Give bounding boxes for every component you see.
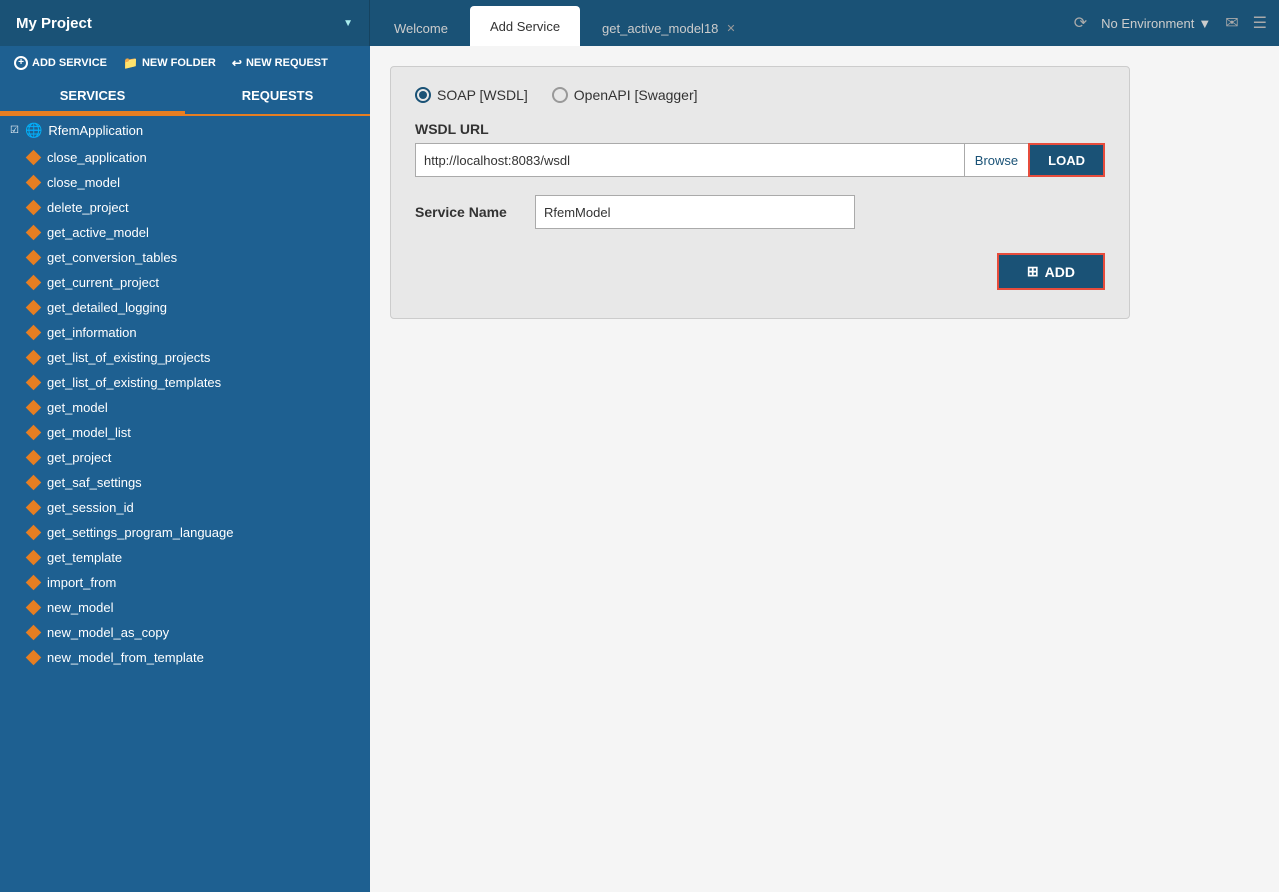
diamond-icon <box>26 325 42 341</box>
new-request-button[interactable]: ↩ NEW REQUEST <box>228 54 332 72</box>
list-item[interactable]: get_session_id <box>0 495 370 520</box>
list-item[interactable]: close_model <box>0 170 370 195</box>
list-item[interactable]: close_application <box>0 145 370 170</box>
tab-add-service[interactable]: Add Service <box>470 6 580 46</box>
soap-label: SOAP [WSDL] <box>437 87 528 103</box>
tree-root-item[interactable]: ☑ 🌐 RfemApplication <box>0 116 370 145</box>
list-item[interactable]: import_from <box>0 570 370 595</box>
diamond-icon <box>26 250 42 266</box>
list-item[interactable]: get_active_model <box>0 220 370 245</box>
diamond-icon <box>26 625 42 641</box>
service-name-label: Service Name <box>415 204 515 220</box>
protocol-selector: SOAP [WSDL] OpenAPI [Swagger] <box>415 87 1105 103</box>
load-button[interactable]: LOAD <box>1028 143 1105 177</box>
list-item[interactable]: get_conversion_tables <box>0 245 370 270</box>
diamond-icon <box>26 400 42 416</box>
diamond-icon <box>26 200 42 216</box>
new-folder-button[interactable]: 📁 NEW FOLDER <box>119 54 220 72</box>
root-label: RfemApplication <box>48 123 143 138</box>
request-icon: ↩ <box>232 56 242 70</box>
diamond-icon <box>26 500 42 516</box>
main-layout: + ADD SERVICE 📁 NEW FOLDER ↩ NEW REQUEST… <box>0 46 1279 892</box>
refresh-icon[interactable]: ⟳ <box>1074 13 1087 33</box>
list-item[interactable]: delete_project <box>0 195 370 220</box>
list-item[interactable]: get_detailed_logging <box>0 295 370 320</box>
sidebar: + ADD SERVICE 📁 NEW FOLDER ↩ NEW REQUEST… <box>0 46 370 892</box>
add-icon: ⊞ <box>1027 263 1039 280</box>
list-item[interactable]: new_model <box>0 595 370 620</box>
tab-close-icon[interactable]: ✕ <box>726 22 735 35</box>
list-item[interactable]: get_list_of_existing_projects <box>0 345 370 370</box>
diamond-icon <box>26 450 42 466</box>
diamond-icon <box>26 475 42 491</box>
add-service-button[interactable]: + ADD SERVICE <box>10 54 111 72</box>
sidebar-tab-requests[interactable]: REQUESTS <box>185 80 370 114</box>
check-icon: ☑ <box>10 125 19 136</box>
diamond-icon <box>26 650 42 666</box>
project-dropdown-icon[interactable]: ▼ <box>343 18 353 29</box>
project-title-text: My Project <box>16 15 92 32</box>
sidebar-tabs: SERVICES REQUESTS <box>0 80 370 116</box>
project-title-area[interactable]: My Project ▼ <box>0 0 370 46</box>
diamond-icon <box>26 575 42 591</box>
environment-selector[interactable]: No Environment ▼ <box>1101 16 1211 31</box>
openapi-label: OpenAPI [Swagger] <box>574 87 698 103</box>
env-label: No Environment <box>1101 16 1194 31</box>
list-item[interactable]: get_model <box>0 395 370 420</box>
list-item[interactable]: new_model_as_copy <box>0 620 370 645</box>
folder-icon: 📁 <box>123 56 138 70</box>
list-item[interactable]: get_current_project <box>0 270 370 295</box>
add-label: ADD <box>1045 264 1075 280</box>
diamond-icon <box>26 175 42 191</box>
list-item[interactable]: get_information <box>0 320 370 345</box>
globe-icon: 🌐 <box>25 122 42 139</box>
list-item[interactable]: get_list_of_existing_templates <box>0 370 370 395</box>
browse-link[interactable]: Browse <box>964 143 1028 177</box>
tabs-area: Welcome Add Service get_active_model18 ✕ <box>370 0 1074 46</box>
diamond-icon <box>26 150 42 166</box>
add-service-icon: + <box>14 56 28 70</box>
top-bar: My Project ▼ Welcome Add Service get_act… <box>0 0 1279 46</box>
openapi-option[interactable]: OpenAPI [Swagger] <box>552 87 698 103</box>
list-item[interactable]: get_settings_program_language <box>0 520 370 545</box>
diamond-icon <box>26 350 42 366</box>
list-item[interactable]: get_saf_settings <box>0 470 370 495</box>
openapi-radio-dot[interactable] <box>552 87 568 103</box>
tab-welcome[interactable]: Welcome <box>374 10 468 46</box>
service-name-input[interactable] <box>535 195 855 229</box>
url-input-wrap <box>415 143 964 177</box>
diamond-icon <box>26 375 42 391</box>
wsdl-url-label: WSDL URL <box>415 121 1105 137</box>
list-item[interactable]: get_model_list <box>0 420 370 445</box>
soap-radio-dot[interactable] <box>415 87 431 103</box>
messages-icon[interactable]: ✉ <box>1225 13 1238 33</box>
sidebar-tab-services[interactable]: SERVICES <box>0 80 185 114</box>
sidebar-content: ☑ 🌐 RfemApplication close_application cl… <box>0 116 370 892</box>
soap-option[interactable]: SOAP [WSDL] <box>415 87 528 103</box>
top-right-controls: ⟳ No Environment ▼ ✉ ☰ <box>1074 13 1279 33</box>
diamond-icon <box>26 425 42 441</box>
url-row: Browse LOAD <box>415 143 1105 177</box>
list-item[interactable]: get_project <box>0 445 370 470</box>
diamond-icon <box>26 225 42 241</box>
env-dropdown-icon: ▼ <box>1198 16 1211 31</box>
list-item[interactable]: new_model_from_template <box>0 645 370 670</box>
diamond-icon <box>26 550 42 566</box>
sidebar-toolbar: + ADD SERVICE 📁 NEW FOLDER ↩ NEW REQUEST <box>0 46 370 80</box>
content-area: SOAP [WSDL] OpenAPI [Swagger] WSDL URL B… <box>370 46 1279 892</box>
hamburger-menu-icon[interactable]: ☰ <box>1253 13 1267 33</box>
diamond-icon <box>26 300 42 316</box>
diamond-icon <box>26 275 42 291</box>
wsdl-url-input[interactable] <box>424 153 956 168</box>
diamond-icon <box>26 600 42 616</box>
tab-get-active-model[interactable]: get_active_model18 ✕ <box>582 10 756 46</box>
add-service-form: SOAP [WSDL] OpenAPI [Swagger] WSDL URL B… <box>390 66 1130 319</box>
service-name-row: Service Name <box>415 195 1105 229</box>
add-button[interactable]: ⊞ ADD <box>997 253 1105 290</box>
diamond-icon <box>26 525 42 541</box>
add-button-row: ⊞ ADD <box>415 253 1105 290</box>
list-item[interactable]: get_template <box>0 545 370 570</box>
